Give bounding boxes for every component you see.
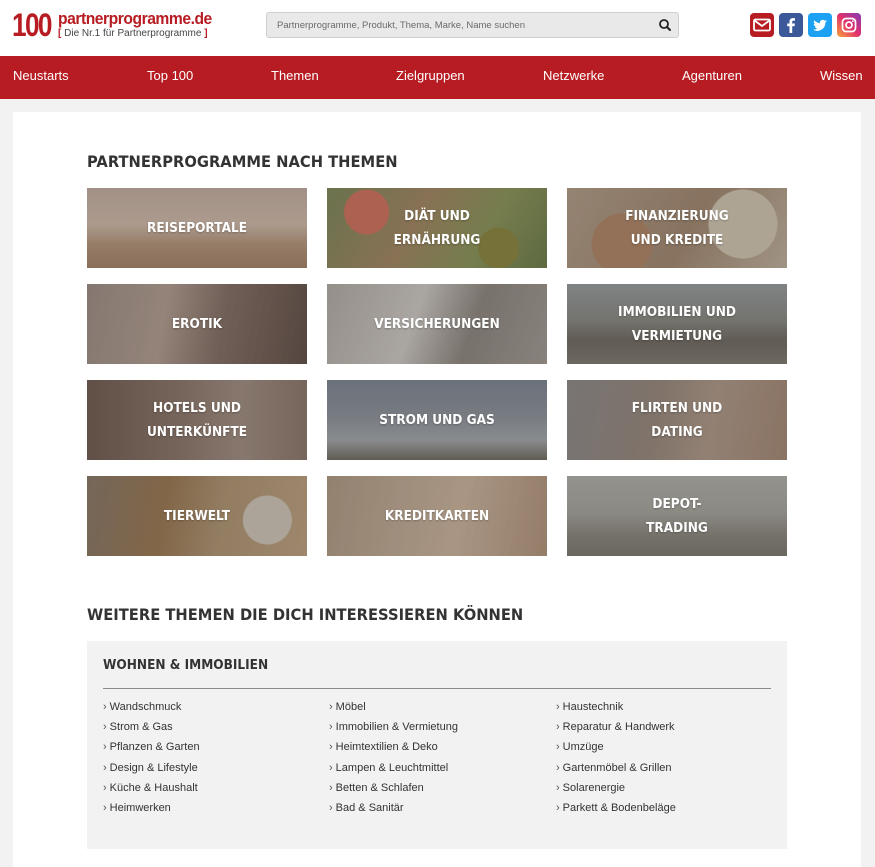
chevron-right-icon: ›: [556, 782, 560, 794]
tile-label: Erotik: [171, 316, 223, 332]
nav-item-zielgruppen[interactable]: Zielgruppen: [396, 56, 465, 99]
chevron-right-icon: ›: [329, 701, 333, 713]
theme-tile-immobilien[interactable]: Immobilien und Vermietung: [567, 284, 787, 364]
theme-tile-versicherungen[interactable]: Versicherungen: [327, 284, 547, 364]
nav-item-top-100[interactable]: Top 100: [147, 56, 193, 99]
divider: [103, 688, 771, 689]
topic-box-wohnen: WOHNEN & IMMOBILIEN › Wandschmuck › Strom …: [87, 641, 787, 849]
theme-tile-depot-trading[interactable]: Depot- Trading: [567, 476, 787, 556]
tile-label: Reiseportale: [146, 220, 248, 236]
chevron-right-icon: ›: [556, 802, 560, 814]
topic-link[interactable]: › Haustechnik: [556, 700, 623, 714]
logo-tagline-wrap: [ Die Nr.1 für Partnerprogramme ]: [58, 28, 208, 39]
tile-label: Finanzierung und Kredite: [625, 208, 729, 248]
tile-label: Flirten und Dating: [631, 400, 723, 440]
topic-link[interactable]: › Betten & Schlafen: [329, 781, 424, 795]
theme-tile-erotik[interactable]: Erotik: [87, 284, 307, 364]
theme-tile-diaet[interactable]: Diät und Ernährung: [327, 188, 547, 268]
chevron-right-icon: ›: [103, 741, 107, 753]
topic-link[interactable]: › Umzüge: [556, 740, 604, 754]
instagram-icon[interactable]: [837, 13, 861, 37]
main-navigation: Neustarts Top 100 Themen Zielgruppen Net…: [0, 56, 875, 99]
site-header: 100 partnerprogramme.de [ Die Nr.1 für P…: [0, 0, 875, 56]
tile-label: Versicherungen: [374, 316, 500, 332]
topic-link[interactable]: › Reparatur & Handwerk: [556, 720, 675, 734]
chevron-right-icon: ›: [329, 762, 333, 774]
logo-number: 100: [12, 7, 53, 43]
site-logo[interactable]: 100 partnerprogramme.de [ Die Nr.1 für P…: [12, 8, 222, 42]
topic-box-title: WOHNEN & IMMOBILIEN: [103, 657, 269, 673]
theme-tile-strom-gas[interactable]: Strom und Gas: [327, 380, 547, 460]
chevron-right-icon: ›: [103, 701, 107, 713]
theme-tile-flirten[interactable]: Flirten und Dating: [567, 380, 787, 460]
facebook-icon[interactable]: [779, 13, 803, 37]
mail-icon[interactable]: [750, 13, 774, 37]
chevron-right-icon: ›: [329, 802, 333, 814]
nav-item-neustarts[interactable]: Neustarts: [13, 56, 69, 99]
tile-label: Depot- Trading: [646, 496, 708, 536]
chevron-right-icon: ›: [556, 701, 560, 713]
topic-link[interactable]: › Gartenmöbel & Grillen: [556, 761, 672, 775]
topic-link[interactable]: › Möbel: [329, 700, 366, 714]
theme-tile-kreditkarten[interactable]: Kreditkarten: [327, 476, 547, 556]
nav-item-netzwerke[interactable]: Netzwerke: [543, 56, 604, 99]
chevron-right-icon: ›: [103, 802, 107, 814]
topic-link[interactable]: › Immobilien & Vermietung: [329, 720, 458, 734]
topic-link[interactable]: › Pflanzen & Garten: [103, 740, 200, 754]
theme-tile-hotels[interactable]: Hotels und Unterkünfte: [87, 380, 307, 460]
tile-label: Kreditkarten: [384, 508, 490, 524]
logo-name: partnerprogramme.de: [58, 9, 212, 28]
topic-link[interactable]: › Küche & Haushalt: [103, 781, 198, 795]
nav-item-themen[interactable]: Themen: [271, 56, 319, 99]
topic-link[interactable]: › Heimtextilien & Deko: [329, 740, 438, 754]
chevron-right-icon: ›: [103, 762, 107, 774]
themes-heading: PARTNERPROGRAMME NACH THEMEN: [87, 152, 398, 171]
search-icon[interactable]: [656, 16, 674, 34]
chevron-right-icon: ›: [556, 721, 560, 733]
content-card: PARTNERPROGRAMME NACH THEMEN Reiseportal…: [13, 112, 861, 867]
topic-link[interactable]: › Bad & Sanitär: [329, 801, 404, 815]
topic-link[interactable]: › Parkett & Bodenbeläge: [556, 801, 676, 815]
chevron-right-icon: ›: [329, 721, 333, 733]
logo-tagline: Die Nr.1 für Partnerprogramme: [64, 28, 202, 39]
search-input[interactable]: [267, 13, 647, 37]
theme-tile-tierwelt[interactable]: Tierwelt: [87, 476, 307, 556]
topic-link[interactable]: › Wandschmuck: [103, 700, 181, 714]
tile-label: Tierwelt: [163, 508, 231, 524]
twitter-icon[interactable]: [808, 13, 832, 37]
tile-label: Immobilien und Vermietung: [618, 304, 736, 344]
topic-link[interactable]: › Lampen & Leuchtmittel: [329, 761, 448, 775]
more-themes-heading: WEITERE THEMEN DIE DICH INTERESSIEREN KÖ…: [87, 605, 524, 624]
chevron-right-icon: ›: [556, 741, 560, 753]
topic-link[interactable]: › Design & Lifestyle: [103, 761, 198, 775]
tile-label: Strom und Gas: [379, 412, 495, 428]
topic-link[interactable]: › Heimwerken: [103, 801, 171, 815]
search-bar: [266, 12, 679, 38]
theme-tile-reiseportale[interactable]: Reiseportale: [87, 188, 307, 268]
tile-label: Hotels und Unterkünfte: [146, 400, 248, 440]
tile-label: Diät und Ernährung: [393, 208, 481, 248]
nav-item-wissen[interactable]: Wissen: [820, 56, 863, 99]
chevron-right-icon: ›: [556, 762, 560, 774]
chevron-right-icon: ›: [103, 721, 107, 733]
chevron-right-icon: ›: [329, 741, 333, 753]
nav-item-agenturen[interactable]: Agenturen: [682, 56, 742, 99]
chevron-right-icon: ›: [103, 782, 107, 794]
chevron-right-icon: ›: [329, 782, 333, 794]
topic-link[interactable]: › Solarenergie: [556, 781, 625, 795]
theme-tile-finanzierung[interactable]: Finanzierung und Kredite: [567, 188, 787, 268]
topic-link[interactable]: › Strom & Gas: [103, 720, 173, 734]
